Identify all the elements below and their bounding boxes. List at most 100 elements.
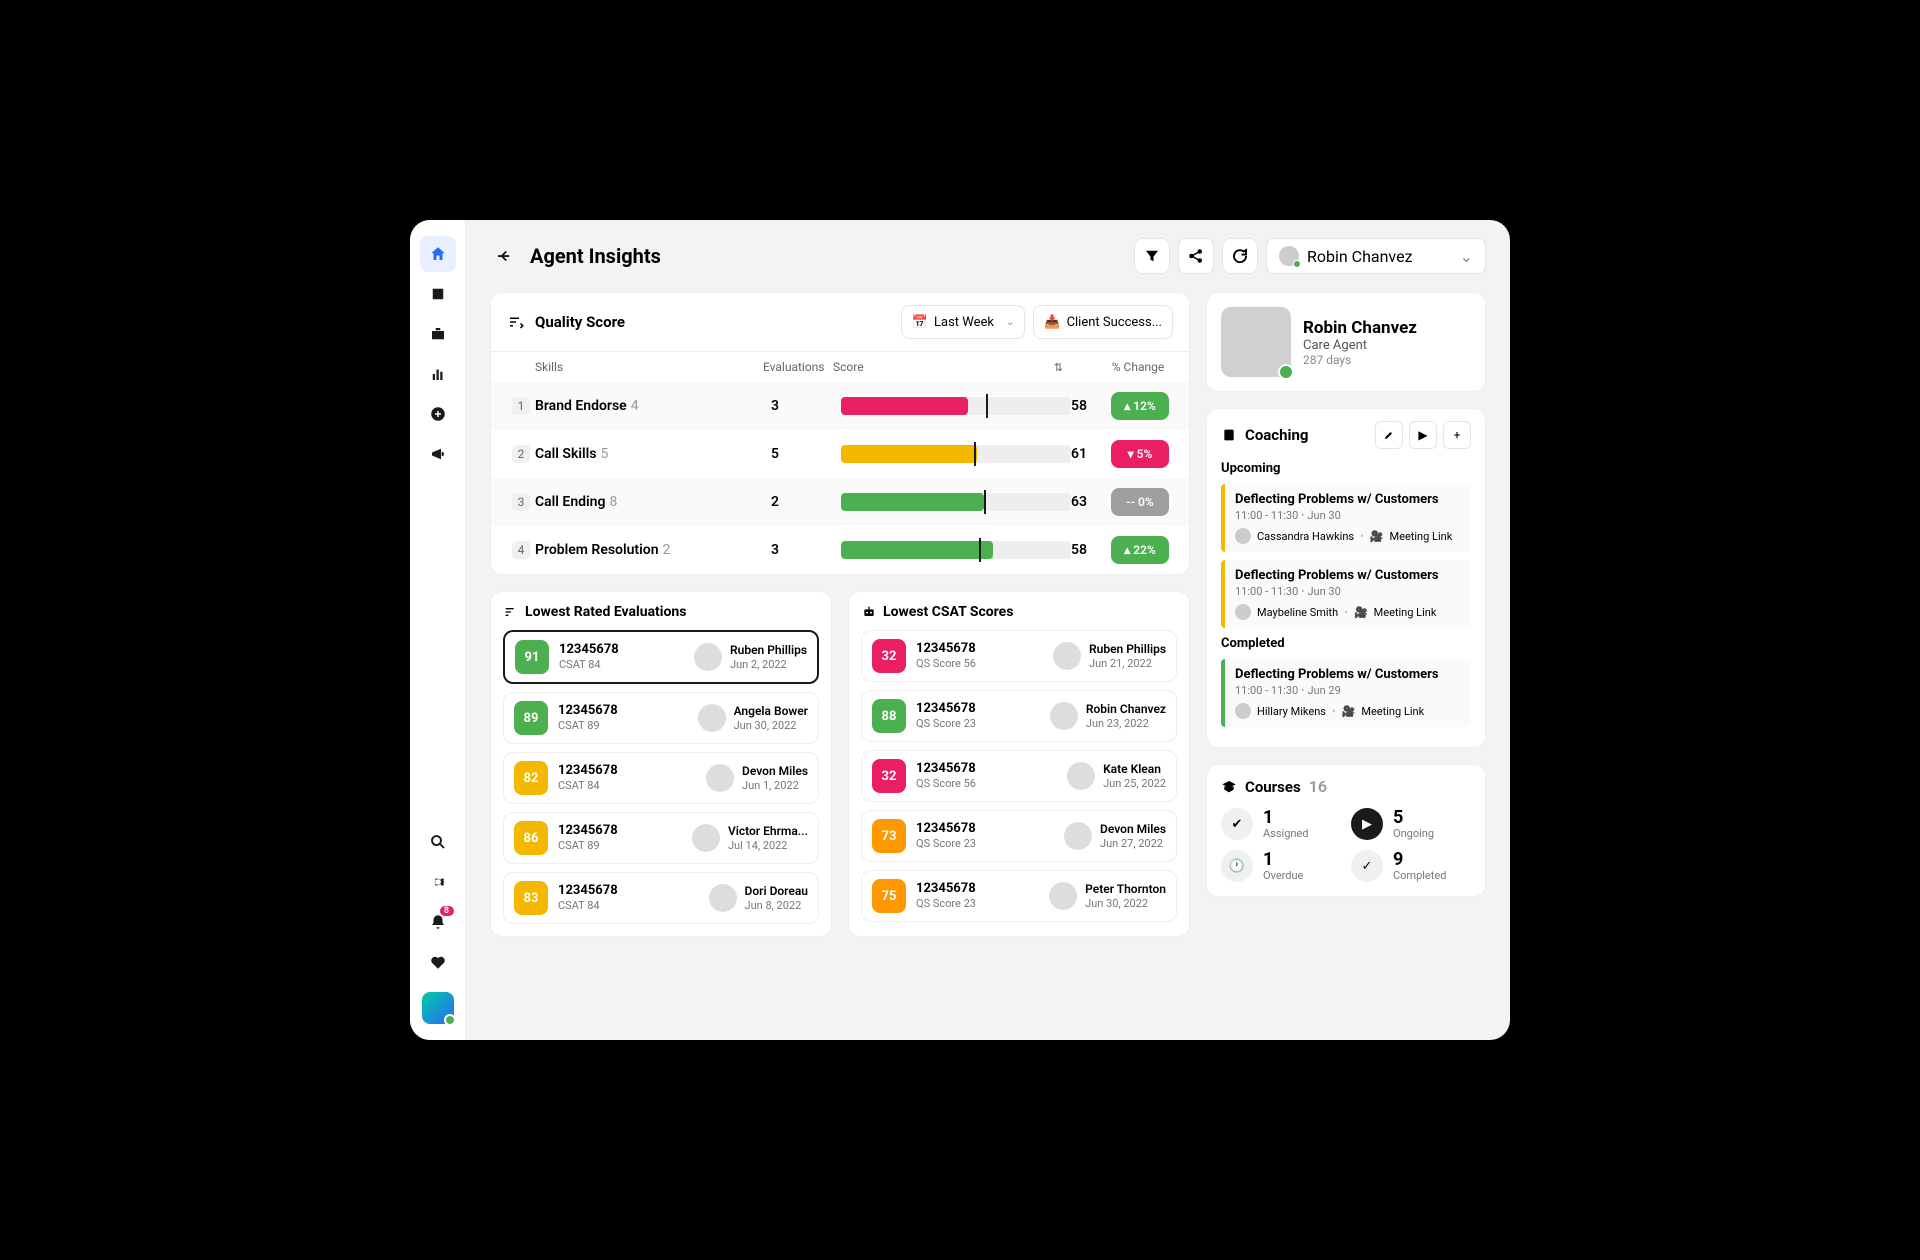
calendar-icon: 📅: [912, 315, 928, 330]
avatar-icon: [709, 884, 737, 912]
avatar-icon: [706, 764, 734, 792]
nav-notifications[interactable]: 8: [420, 904, 456, 940]
share-icon: [1187, 247, 1205, 265]
meeting-link[interactable]: Meeting Link: [1390, 530, 1453, 543]
avatar-icon: [1053, 642, 1081, 670]
sort-arrows-icon[interactable]: ⇅: [1054, 361, 1063, 374]
nav-home[interactable]: [420, 236, 456, 272]
course-stat: ✓ 9Completed: [1351, 850, 1471, 882]
edit-button[interactable]: [1375, 421, 1403, 449]
filter-button[interactable]: [1134, 238, 1170, 274]
share-button[interactable]: [1178, 238, 1214, 274]
nav-briefcase[interactable]: [420, 316, 456, 352]
video-icon: 🎥: [1370, 530, 1384, 543]
plus-circle-icon: [429, 405, 447, 423]
id-card-icon: [429, 285, 447, 303]
eval-item[interactable]: 89 12345678CSAT 89 Angela BowerJun 30, 2…: [503, 692, 819, 744]
courses-card: Courses 16 ✔ 1Assigned ▶ 5Ongoing 🕐 1Ove…: [1206, 764, 1486, 897]
eval-item[interactable]: 32 12345678QS Score 56 Ruben PhillipsJun…: [861, 630, 1177, 682]
avatar-icon: [1049, 882, 1077, 910]
filter-icon: [1143, 247, 1161, 265]
clipboard-icon: [1221, 427, 1237, 443]
profile-tenure: 287 days: [1303, 353, 1417, 367]
bot-icon: [861, 604, 877, 620]
meeting-link[interactable]: Meeting Link: [1374, 606, 1437, 619]
inbox-icon: 📥: [1044, 315, 1060, 330]
team-filter[interactable]: 📥Client Success...: [1033, 305, 1173, 339]
arrow-left-icon: [495, 247, 513, 265]
check-icon: ✔: [1221, 808, 1253, 840]
done-icon: ✓: [1351, 850, 1383, 882]
eval-item[interactable]: 91 12345678CSAT 84 Ruben PhillipsJun 2, …: [503, 630, 819, 684]
avatar-icon: [1050, 702, 1078, 730]
eval-item[interactable]: 86 12345678CSAT 89 Victor Ehrma...Jul 14…: [503, 812, 819, 864]
agent-selector[interactable]: Robin Chanvez ⌄: [1266, 238, 1486, 274]
avatar-icon: [1064, 822, 1092, 850]
meeting-link[interactable]: Meeting Link: [1361, 705, 1424, 718]
avatar-icon: [694, 643, 722, 671]
clock-icon: 🕐: [1221, 850, 1253, 882]
course-stat: ▶ 5Ongoing: [1351, 808, 1471, 840]
sidebar: 8: [410, 220, 466, 1040]
qs-title: Quality Score: [535, 313, 625, 331]
nav-search[interactable]: [420, 824, 456, 860]
chevron-down-icon: ⌄: [1460, 247, 1473, 266]
eval-item[interactable]: 88 12345678QS Score 23 Robin ChanvezJun …: [861, 690, 1177, 742]
video-icon: 🎥: [1354, 606, 1368, 619]
refresh-icon: [1231, 247, 1249, 265]
play-button[interactable]: ▶: [1409, 421, 1437, 449]
nav-analytics[interactable]: [420, 356, 456, 392]
qs-row[interactable]: 1 Brand Endorse4 3 58 ▴ 12%: [491, 382, 1189, 430]
page-title: Agent Insights: [530, 244, 661, 268]
refresh-button[interactable]: [1222, 238, 1258, 274]
notification-badge: 8: [440, 906, 454, 916]
profile-avatar: [1221, 307, 1291, 377]
graduation-cap-icon: [1221, 779, 1237, 795]
period-filter[interactable]: 📅Last Week⌄: [901, 305, 1026, 339]
nav-contacts[interactable]: [420, 276, 456, 312]
course-stat: 🕐 1Overdue: [1221, 850, 1341, 882]
qs-row[interactable]: 3 Call Ending8 2 63 -- 0%: [491, 478, 1189, 526]
briefcase-icon: [429, 325, 447, 343]
main-content: Agent Insights Robin Chanvez ⌄ Quality S…: [466, 220, 1510, 1040]
megaphone-icon: [429, 445, 447, 463]
eval-item[interactable]: 73 12345678QS Score 23 Devon MilesJun 27…: [861, 810, 1177, 862]
user-avatar[interactable]: [422, 992, 454, 1024]
gear-icon: [429, 873, 447, 891]
sort-icon: [503, 604, 519, 620]
eval-item[interactable]: 32 12345678QS Score 56 Kate KleanJun 25,…: [861, 750, 1177, 802]
edit-icon: [1383, 429, 1395, 441]
avatar-icon: [1235, 604, 1251, 620]
eval-item[interactable]: 82 12345678CSAT 84 Devon MilesJun 1, 202…: [503, 752, 819, 804]
avatar-icon: [1279, 246, 1299, 266]
avatar-icon: [692, 824, 720, 852]
eval-item[interactable]: 83 12345678CSAT 84 Dori DoreauJun 8, 202…: [503, 872, 819, 924]
nav-add[interactable]: [420, 396, 456, 432]
topbar: Agent Insights Robin Chanvez ⌄: [466, 220, 1510, 292]
qs-row[interactable]: 4 Problem Resolution2 3 58 ▴ 22%: [491, 526, 1189, 574]
lowest-csat-card: Lowest CSAT Scores 32 12345678QS Score 5…: [848, 591, 1190, 937]
coaching-session[interactable]: Deflecting Problems w/ Customers 11:00 -…: [1221, 560, 1471, 628]
agent-selector-label: Robin Chanvez: [1307, 247, 1413, 266]
nav-announce[interactable]: [420, 436, 456, 472]
eval-item[interactable]: 75 12345678QS Score 23 Peter ThorntonJun…: [861, 870, 1177, 922]
sort-icon: [507, 313, 525, 331]
chevron-down-icon: ⌄: [1006, 317, 1014, 328]
profile-name: Robin Chanvez: [1303, 318, 1417, 338]
coaching-session[interactable]: Deflecting Problems w/ Customers 11:00 -…: [1221, 659, 1471, 727]
search-icon: [429, 833, 447, 851]
profile-role: Care Agent: [1303, 338, 1417, 353]
coaching-session[interactable]: Deflecting Problems w/ Customers 11:00 -…: [1221, 484, 1471, 552]
bar-chart-icon: [429, 365, 447, 383]
profile-card: Robin Chanvez Care Agent 287 days: [1206, 292, 1486, 392]
home-icon: [429, 245, 447, 263]
nav-settings[interactable]: [420, 864, 456, 900]
qs-table-header: Skills Evaluations Score⇅ % Change: [491, 351, 1189, 382]
avatar-icon: [698, 704, 726, 732]
app-window: 8 Agent Insights Robin Chanvez ⌄: [410, 220, 1510, 1040]
qs-row[interactable]: 2 Call Skills5 5 61 ▾ 5%: [491, 430, 1189, 478]
add-button[interactable]: +: [1443, 421, 1471, 449]
nav-health[interactable]: [420, 944, 456, 980]
coaching-card: Coaching ▶ + Upcoming Deflecting Problem…: [1206, 408, 1486, 748]
back-button[interactable]: [490, 242, 518, 270]
